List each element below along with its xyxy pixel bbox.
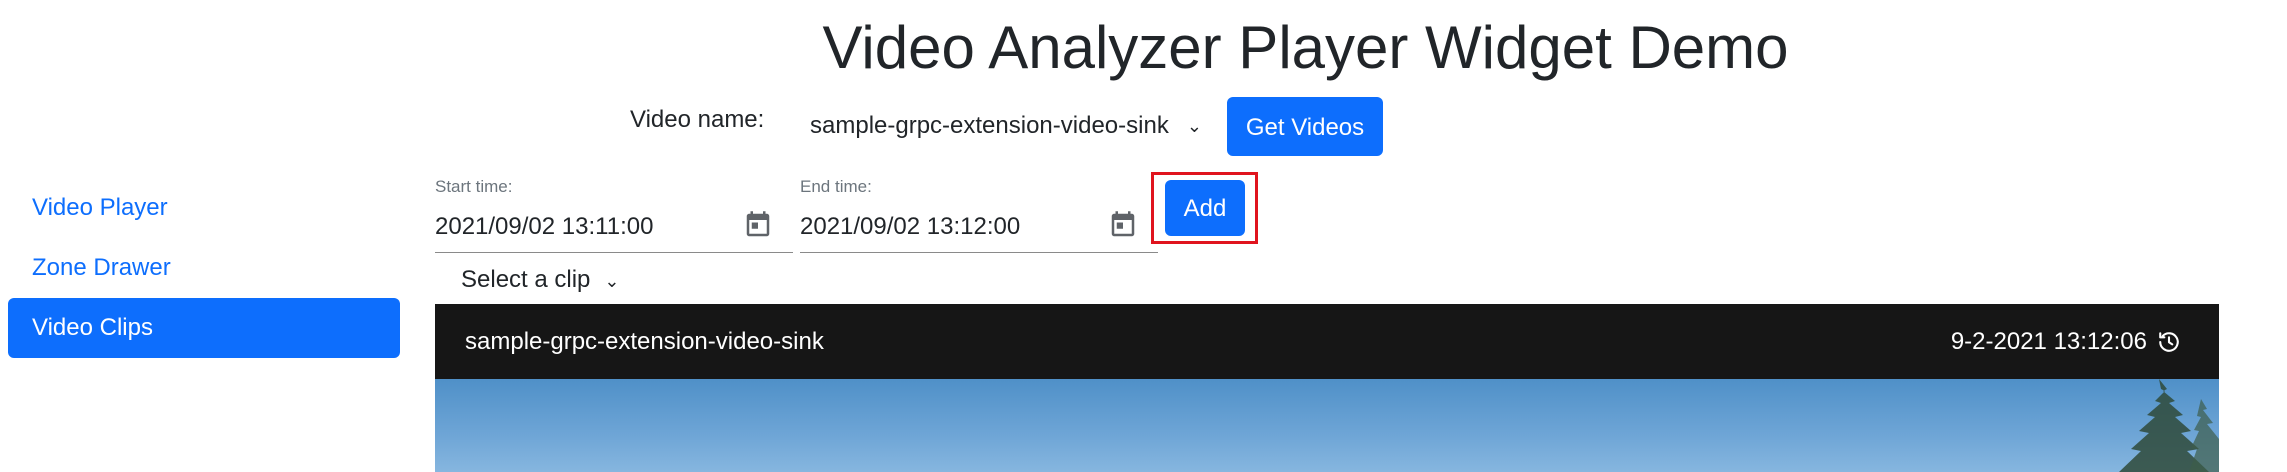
player-header: sample-grpc-extension-video-sink 9-2-202… [435, 304, 2219, 379]
player-title: sample-grpc-extension-video-sink [465, 328, 824, 355]
get-videos-button[interactable]: Get Videos [1227, 97, 1383, 156]
chevron-down-icon: ⌄ [604, 271, 620, 291]
page-title: Video Analyzer Player Widget Demo [822, 14, 1789, 81]
sidebar-item-zone-drawer[interactable]: Zone Drawer [8, 238, 400, 298]
chevron-down-icon: ⌄ [1186, 116, 1202, 136]
video-name-label: Video name: [630, 106, 765, 133]
end-time-field[interactable]: End time: 2021/09/02 13:12:00 [800, 177, 1158, 253]
clip-select-value: Select a clip [461, 266, 591, 293]
end-time-value: 2021/09/02 13:12:00 [800, 213, 1021, 240]
sidebar-item-video-player[interactable]: Video Player [8, 178, 400, 238]
calendar-icon[interactable] [1108, 209, 1138, 241]
video-name-selected: sample-grpc-extension-video-sink [810, 112, 1169, 139]
end-time-label: End time: [800, 177, 872, 196]
video-name-select[interactable]: sample-grpc-extension-video-sink ⌄ [798, 96, 1218, 156]
start-time-value: 2021/09/02 13:11:00 [435, 213, 654, 240]
history-icon[interactable] [2155, 328, 2183, 356]
sidebar-item-video-clips[interactable]: Video Clips [8, 298, 400, 358]
start-time-label: Start time: [435, 177, 513, 196]
start-time-field[interactable]: Start time: 2021/09/02 13:11:00 [435, 177, 793, 253]
video-player[interactable]: sample-grpc-extension-video-sink 9-2-202… [435, 304, 2219, 472]
player-timestamp: 9-2-2021 13:12:06 [1950, 328, 2147, 355]
sidebar-nav: Video Player Zone Drawer Video Clips [8, 178, 400, 358]
clip-select[interactable]: Select a clip ⌄ [437, 262, 620, 298]
video-frame [435, 379, 2219, 472]
add-clip-button[interactable]: Add [1165, 180, 1245, 236]
tree-image [2119, 379, 2219, 472]
calendar-icon[interactable] [743, 209, 773, 241]
